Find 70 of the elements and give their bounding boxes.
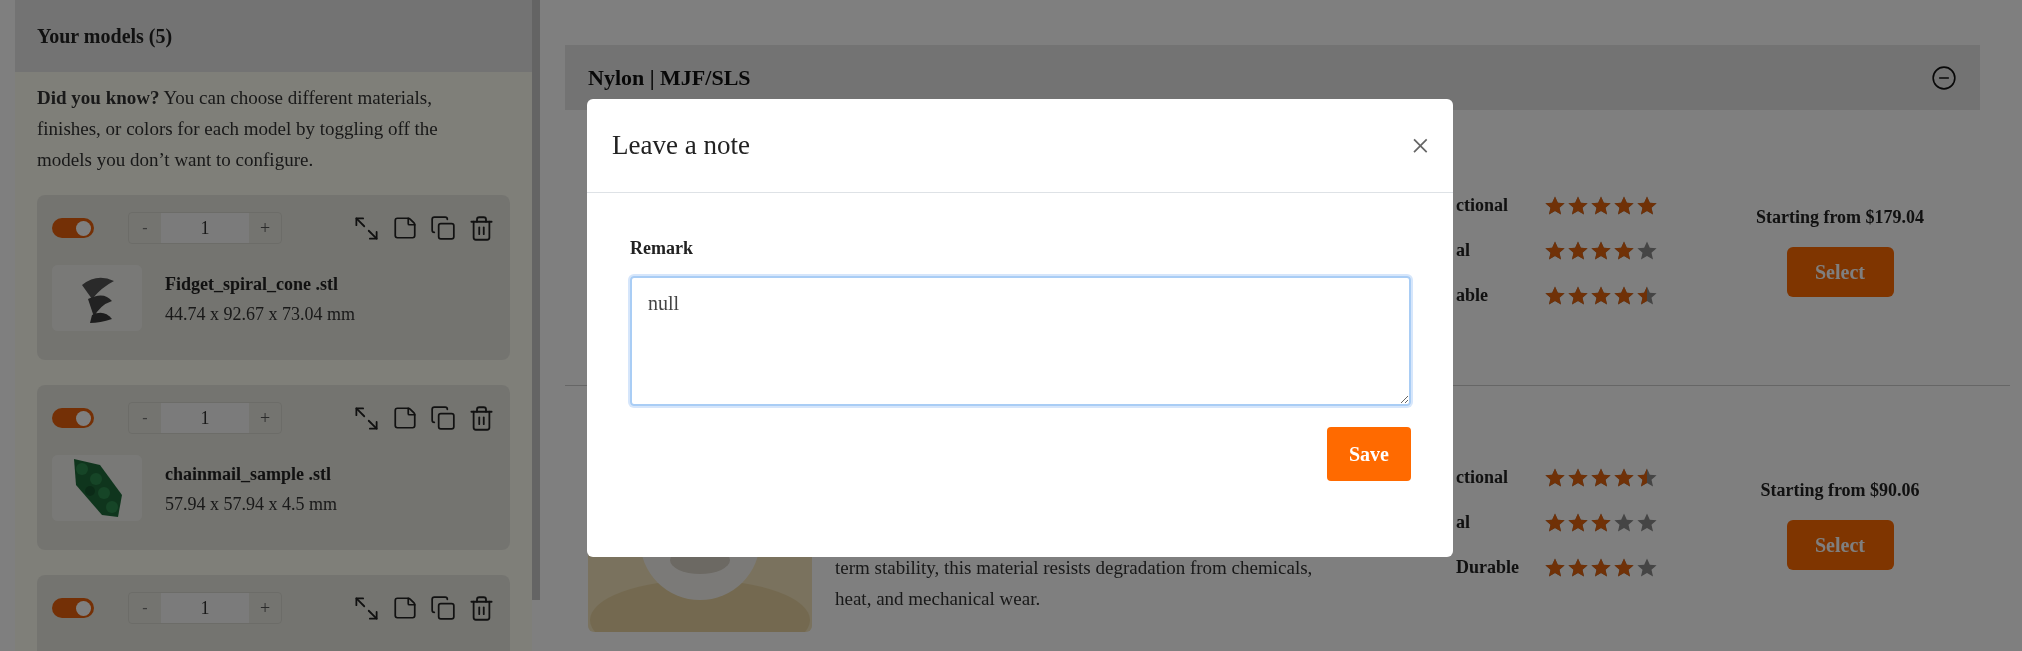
scrollbar[interactable] [532, 0, 540, 600]
star-icon [1613, 556, 1635, 579]
price-label: Starting from $90.06 [1760, 479, 1920, 502]
star-icon [1636, 194, 1658, 217]
material-description: term stability, this material resists degradation from chemicals, heat, and mechanical wear. [835, 556, 1314, 611]
star-icon [1544, 556, 1566, 579]
expand-icon[interactable] [353, 214, 380, 242]
star-icon [1567, 556, 1589, 579]
star-icon [1636, 511, 1658, 534]
star-icon [1613, 194, 1635, 217]
note-icon[interactable] [392, 215, 418, 241]
remark-field[interactable]: null [630, 276, 1411, 406]
toggle-switch[interactable] [52, 408, 94, 428]
star-icon [1613, 239, 1635, 262]
star-icon [1613, 511, 1635, 534]
star-icon [1590, 239, 1612, 262]
star-icon [1590, 194, 1612, 217]
sidebar-title: Your models (5) [37, 24, 173, 50]
star-icon [1544, 284, 1566, 307]
trash-icon[interactable] [468, 214, 495, 242]
model-name: Fidget_spiral_cone .stl [165, 273, 339, 296]
dialog-title: Leave a note [612, 129, 750, 163]
star-icon [1544, 511, 1566, 534]
rating-label: al [1456, 511, 1471, 534]
star-icon [1590, 284, 1612, 307]
model-dimensions: 57.94 x 57.94 x 4.5 mm [165, 493, 337, 516]
rating-label: ctional [1456, 194, 1509, 217]
star-icon [1567, 466, 1589, 489]
toggle-switch[interactable] [52, 218, 94, 238]
star-icon [1613, 466, 1635, 489]
star-icon [1544, 239, 1566, 262]
copy-icon[interactable] [430, 405, 456, 431]
expand-icon[interactable] [353, 404, 380, 432]
tip-text: Did you know? You can choose different materials, finishes, or colors for each model by toggling off the models you don’t want to configure. [36, 86, 439, 172]
rating-label: Durable [1456, 556, 1520, 579]
star-icon [1613, 284, 1635, 307]
expand-icon[interactable] [353, 594, 380, 622]
star-icon [1636, 556, 1658, 579]
star-icon [1567, 511, 1589, 534]
copy-icon[interactable] [430, 215, 456, 241]
trash-icon[interactable] [468, 404, 495, 432]
model-dimensions: 44.74 x 92.67 x 73.04 mm [165, 303, 355, 326]
star-icon [1567, 239, 1589, 262]
star-icon [1567, 284, 1589, 307]
star-icon [1544, 466, 1566, 489]
star-icon [1590, 556, 1612, 579]
group-title: Nylon | MJF/SLS [588, 64, 751, 92]
select-button[interactable]: Select [1786, 520, 1894, 570]
toggle-switch[interactable] [52, 598, 94, 618]
model-name: chainmail_sample .stl [165, 463, 332, 486]
copy-icon[interactable] [430, 595, 456, 621]
rating-label: al [1456, 239, 1471, 262]
star-icon [1636, 284, 1658, 307]
star-icon [1567, 194, 1589, 217]
rating-label: able [1456, 284, 1489, 307]
star-icon [1636, 466, 1658, 489]
star-icon [1636, 239, 1658, 262]
save-button[interactable]: Save [1327, 427, 1411, 481]
star-icon [1544, 194, 1566, 217]
note-icon[interactable] [392, 405, 418, 431]
star-icon [1590, 466, 1612, 489]
collapse-icon[interactable] [1931, 64, 1957, 91]
star-icon [1590, 511, 1612, 534]
rating-label: ctional [1456, 466, 1509, 489]
trash-icon[interactable] [468, 594, 495, 622]
field-label: Remark [630, 237, 694, 260]
note-icon[interactable] [392, 595, 418, 621]
price-label: Starting from $179.04 [1755, 206, 1925, 229]
close-button[interactable]: × [1410, 128, 1430, 163]
select-button[interactable]: Select [1786, 247, 1894, 297]
